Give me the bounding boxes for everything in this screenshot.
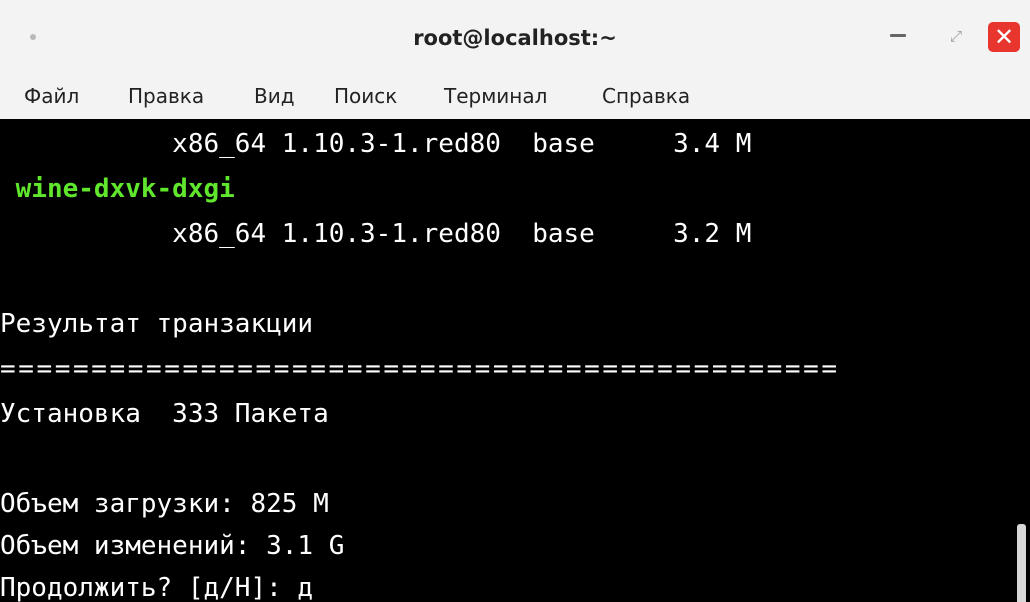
change-size: Объем изменений: 3.1 G	[0, 531, 345, 561]
menu-file[interactable]: Файл	[20, 81, 83, 119]
menu-view[interactable]: Вид	[250, 81, 299, 119]
transaction-summary-heading: Результат транзакции	[0, 309, 314, 339]
menu-terminal[interactable]: Терминал	[440, 81, 551, 119]
minimize-icon[interactable]	[890, 34, 906, 37]
menu-edit[interactable]: Правка	[124, 81, 208, 119]
terminal-output[interactable]: x86_64 1.10.3-1.red80 base 3.4 M wine-dx…	[0, 119, 1030, 602]
continue-prompt: Продолжить? [д/Н]: д	[0, 573, 314, 602]
maximize-icon[interactable]: ⤢	[944, 24, 968, 48]
close-icon[interactable]: ✕	[988, 22, 1020, 52]
package-name: wine-dxvk-dxgi	[0, 174, 235, 204]
terminal-line: x86_64 1.10.3-1.red80 base 3.2 M	[0, 219, 752, 249]
scrollbar-thumb[interactable]	[1017, 524, 1026, 602]
title-bar[interactable]: root@localhost:~ ⤢ ✕	[0, 0, 1030, 82]
download-size: Объем загрузки: 825 M	[0, 489, 329, 519]
terminal-line: x86_64 1.10.3-1.red80 base 3.4 M	[0, 129, 752, 159]
install-count: Установка 333 Пакета	[0, 399, 329, 429]
separator-line: ========================================…	[0, 354, 840, 384]
terminal-window: root@localhost:~ ⤢ ✕ Файл Правка Вид Пои…	[0, 0, 1030, 602]
menu-bar: Файл Правка Вид Поиск Терминал Справка	[0, 81, 1030, 119]
menu-search[interactable]: Поиск	[330, 81, 401, 119]
window-title: root@localhost:~	[413, 26, 617, 50]
menu-help[interactable]: Справка	[598, 81, 694, 119]
